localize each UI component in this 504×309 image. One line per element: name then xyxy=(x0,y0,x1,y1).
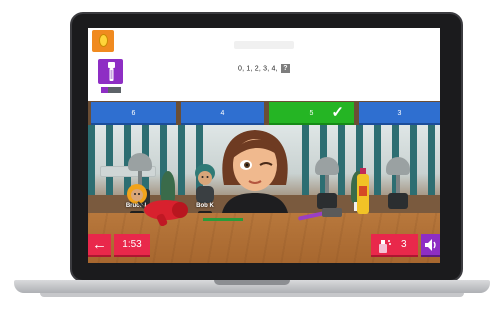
hair-dryer-chair xyxy=(315,157,339,209)
brush-icon[interactable] xyxy=(298,206,344,222)
coin-icon xyxy=(99,34,108,47)
timer-display: 1:53 xyxy=(114,234,150,257)
back-button[interactable]: ← xyxy=(88,234,111,257)
progress-fill xyxy=(101,87,108,93)
answer-button-2[interactable]: 4 xyxy=(181,102,264,125)
wall-stripe xyxy=(410,125,417,195)
stylist-avatar xyxy=(98,59,123,84)
hair-spray-icon xyxy=(379,240,391,253)
timer-value: 1:53 xyxy=(122,239,142,250)
check-icon: ✓ xyxy=(331,104,344,121)
answer-label: 6 xyxy=(131,110,136,117)
speaker-icon xyxy=(425,239,436,251)
laptop-notch xyxy=(214,280,290,285)
sound-button[interactable] xyxy=(421,234,440,257)
answer-button-4[interactable]: 3 xyxy=(359,102,440,125)
wall-stripe xyxy=(374,125,381,195)
answer-label: 4 xyxy=(220,110,225,117)
hair-dryer-chair xyxy=(386,157,410,209)
answer-label: 3 xyxy=(397,110,402,117)
stylist-avatar-icon xyxy=(108,62,115,81)
wall-stripe xyxy=(178,125,185,195)
answer-button-1[interactable]: 6 xyxy=(91,102,176,125)
blank-marker: ? xyxy=(280,64,290,73)
back-arrow-icon: ← xyxy=(92,236,107,253)
wall-stripe xyxy=(338,125,345,195)
wall-stripe xyxy=(106,125,113,195)
hair-dryer-tool-icon[interactable] xyxy=(136,196,196,226)
question-text: 0, 1, 2, 3, 4, ? xyxy=(238,64,290,73)
comb-icon[interactable] xyxy=(203,216,243,224)
client-character xyxy=(222,130,288,213)
score-display: 3 xyxy=(371,234,418,257)
wall-stripe xyxy=(302,125,309,195)
answer-row: 6 4 5 ✓ 3 xyxy=(88,102,440,125)
score-value: 3 xyxy=(401,239,407,250)
answer-button-3[interactable]: 5 ✓ xyxy=(269,102,354,125)
answer-label: 5 xyxy=(309,110,314,117)
coin-button[interactable] xyxy=(92,30,114,52)
wall-stripe xyxy=(88,125,95,195)
progress-bar xyxy=(101,87,121,93)
question-header-placeholder xyxy=(234,41,294,49)
game-screen: 0, 1, 2, 3, 4, ? 6 4 5 ✓ 3 Bruce L Bob K… xyxy=(88,28,440,263)
sequence-text: 0, 1, 2, 3, 4, xyxy=(238,65,278,73)
wall-stripe xyxy=(428,125,435,195)
question-panel: 0, 1, 2, 3, 4, ? xyxy=(88,28,440,101)
spray-bottle-icon[interactable] xyxy=(356,168,370,214)
laptop-foot xyxy=(40,293,464,297)
